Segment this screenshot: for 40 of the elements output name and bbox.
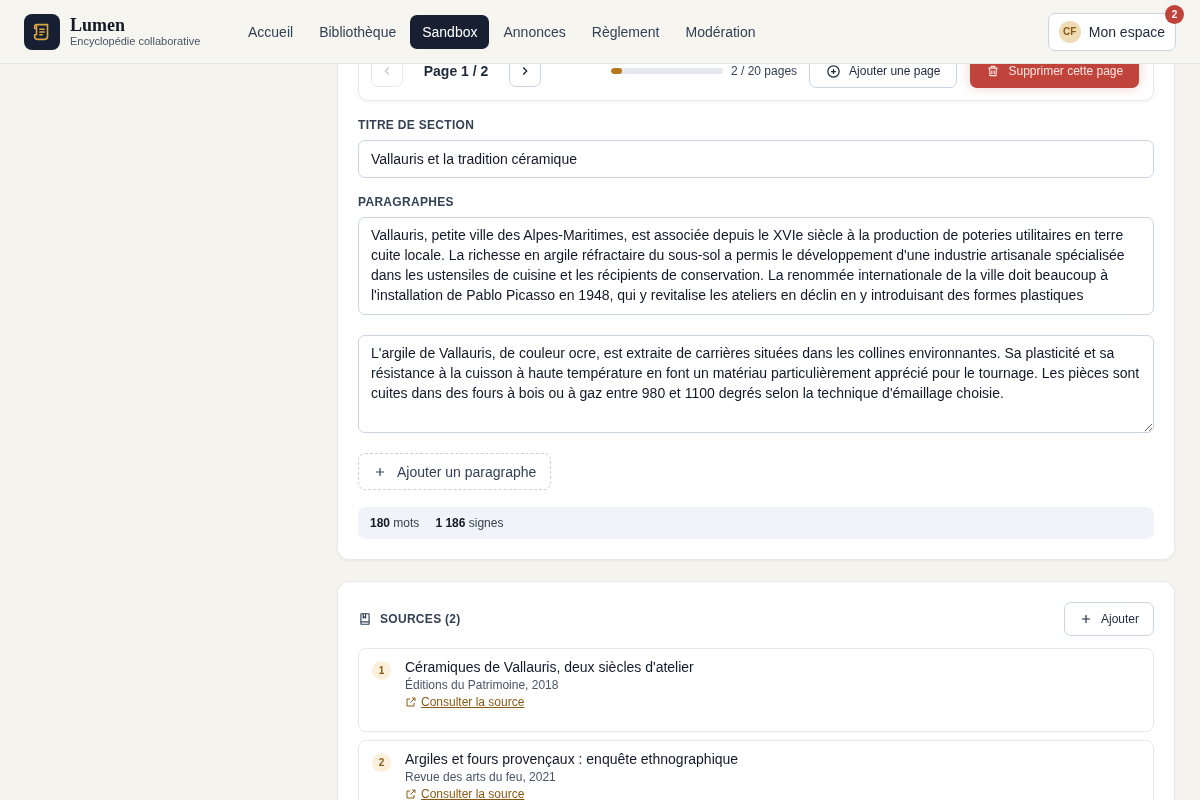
account-label: Mon espace — [1088, 23, 1165, 40]
add-paragraph-button[interactable]: Ajouter un paragraphe — [358, 453, 552, 490]
trash-icon — [986, 64, 1001, 78]
source-link[interactable]: Consulter la source — [421, 695, 525, 709]
delete-page-button[interactable]: Supprimer cette page — [970, 64, 1140, 88]
source-title: Argiles et fours provençaux : enquête ethnographique — [405, 751, 739, 767]
section-title-field[interactable]: Vallauris et la tradition céramique — [358, 140, 1154, 178]
brand-tagline: Encyclopédie collaborative — [70, 35, 201, 47]
add-source-button[interactable]: Ajouter — [1063, 602, 1154, 636]
source-title: Céramiques de Vallauris, deux siècles d'atelier — [405, 659, 694, 675]
next-page-button[interactable] — [509, 64, 541, 87]
source-link[interactable]: Consulter la source — [421, 787, 525, 800]
paragraph-field[interactable]: L'argile de Vallauris, de couleur ocre, est extraite de carrières situées dans les collines environnantes. Sa plasticité et sa résistance à la cuisson à haute température en font un matériau particulièrement apprécié pour le tournage. Les pièces sont cuites dans des fours à bois ou à gaz entre 980 et 1100 degrés selon la technique d'émaillage choisie. — [358, 335, 1154, 433]
nav-link[interactable]: Accueil — [236, 14, 306, 49]
add-circle-icon — [826, 64, 842, 79]
add-page-button[interactable]: Ajouter une page — [809, 64, 958, 88]
source-meta: Éditions du Patrimoine, 2018 — [405, 678, 560, 692]
notification-badge: 2 — [1165, 4, 1184, 24]
source-meta: Revue des arts du feu, 2021 — [405, 770, 557, 784]
nav-link[interactable]: Bibliothèque — [307, 14, 409, 49]
brand-name: Lumen — [70, 16, 126, 35]
section-title-label: TITRE DE SECTION — [358, 118, 476, 132]
external-link-icon — [405, 788, 417, 800]
bookmark-book-icon — [358, 612, 372, 626]
nav-link[interactable]: Annonces — [491, 14, 578, 49]
source-number: 2 — [372, 753, 391, 772]
page-count: 2 / 20 pages — [731, 64, 798, 78]
word-count: 180 mots — [370, 516, 420, 530]
external-link-icon — [405, 696, 417, 708]
avatar: CF — [1058, 20, 1081, 43]
source-number: 1 — [372, 661, 391, 680]
nav-link[interactable]: Modération — [673, 14, 768, 49]
paragraphs-label: PARAGRAPHES — [358, 195, 455, 209]
page-indicator: Page 1 / 2 — [422, 64, 490, 79]
sources-heading: SOURCES (2) — [380, 612, 461, 626]
nav-link[interactable]: Règlement — [579, 14, 672, 49]
paragraph-field[interactable]: Vallauris, petite ville des Alpes-Maritimes, est associée depuis le XVIe siècle à la production de poteries utilitaires en terre cuite locale. La richesse en argile réfractaire du sous-sol a permis le développement d'une industrie artisanale spécialisée dans les ustensiles de cuisine et les récipients de conservation. La renommée internationale de la ville doit beaucoup à l'installation de Pablo Picasso en 1948, qui y revitalise les ateliers en déclin en y introduisant des formes plastiques — [358, 217, 1154, 315]
character-count: 1 186 signes — [435, 516, 504, 530]
scroll-logo-icon — [24, 13, 60, 50]
nav-link[interactable]: Sandbox — [410, 14, 490, 49]
